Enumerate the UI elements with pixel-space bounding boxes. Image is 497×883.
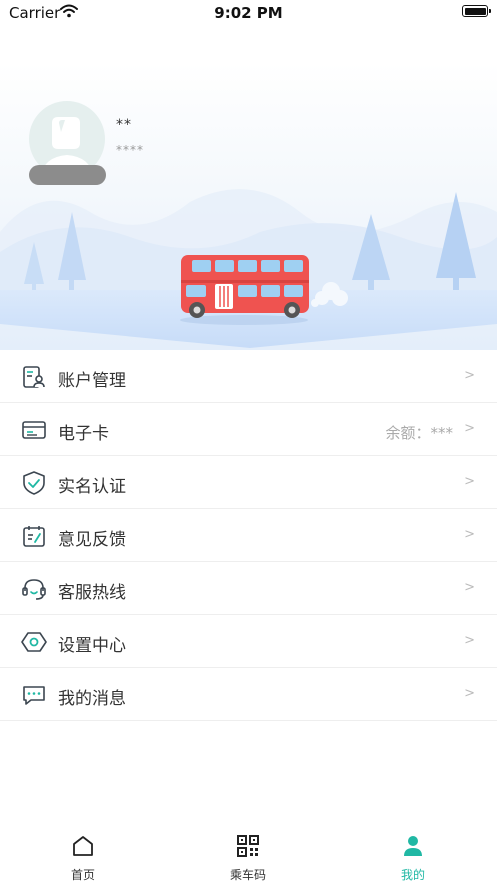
menu-item-real-name-verification[interactable]: 实名认证 > <box>0 456 497 509</box>
bus-illustration <box>181 255 309 318</box>
card-balance: 余额：*** <box>385 424 453 442</box>
settings-icon <box>21 632 47 652</box>
menu-label: 实名认证 <box>58 477 126 497</box>
menu-label: 账户管理 <box>58 371 126 391</box>
tab-bar: 首页 乘车码 我的 <box>0 826 497 883</box>
menu-label: 我的消息 <box>58 689 126 709</box>
menu-item-my-messages[interactable]: 我的消息 > <box>0 668 497 721</box>
shield-check-icon <box>23 471 45 495</box>
card-icon <box>22 421 46 439</box>
menu-item-customer-service[interactable]: 客服热线 > <box>0 562 497 615</box>
chevron-right-icon: > <box>464 686 475 701</box>
clock: 9:02 PM <box>214 4 283 22</box>
chevron-right-icon: > <box>464 580 475 595</box>
chevron-right-icon: > <box>464 527 475 542</box>
user-icon <box>404 836 422 856</box>
menu-item-account-management[interactable]: 账户管理 > <box>0 350 497 403</box>
account-management-icon <box>23 366 45 388</box>
profile-subtitle: **** <box>116 143 144 157</box>
chevron-right-icon: > <box>464 368 475 383</box>
chevron-right-icon: > <box>464 633 475 648</box>
tab-label: 首页 <box>70 868 95 882</box>
status-bar: Carrier 9:02 PM <box>0 0 497 26</box>
feedback-icon <box>23 526 45 547</box>
profile-name: ** <box>116 117 132 133</box>
chevron-right-icon: > <box>464 421 475 436</box>
home-icon <box>73 836 93 856</box>
menu-label: 电子卡 <box>58 424 109 444</box>
menu-item-feedback[interactable]: 意见反馈 > <box>0 509 497 562</box>
chevron-right-icon: > <box>464 474 475 489</box>
qr-code-icon <box>237 835 259 857</box>
tab-label: 乘车码 <box>229 868 266 882</box>
tab-home[interactable]: 首页 <box>23 826 143 883</box>
message-icon <box>23 686 45 705</box>
menu-label: 意见反馈 <box>58 530 126 550</box>
menu-label: 客服热线 <box>58 583 126 603</box>
menu-label: 设置中心 <box>58 636 126 656</box>
tab-ride-code[interactable]: 乘车码 <box>188 826 308 883</box>
menu-list: 账户管理 > 电子卡 余额：*** > 实名认证 > 意见反馈 > 客服热线 >… <box>0 350 497 721</box>
headset-icon <box>22 579 46 600</box>
tab-label: 我的 <box>400 868 425 882</box>
battery-icon <box>462 5 491 17</box>
menu-item-settings[interactable]: 设置中心 > <box>0 615 497 668</box>
tab-mine[interactable]: 我的 <box>353 826 473 883</box>
menu-item-e-card[interactable]: 电子卡 余额：*** > <box>0 403 497 456</box>
profile-badge <box>29 165 106 185</box>
